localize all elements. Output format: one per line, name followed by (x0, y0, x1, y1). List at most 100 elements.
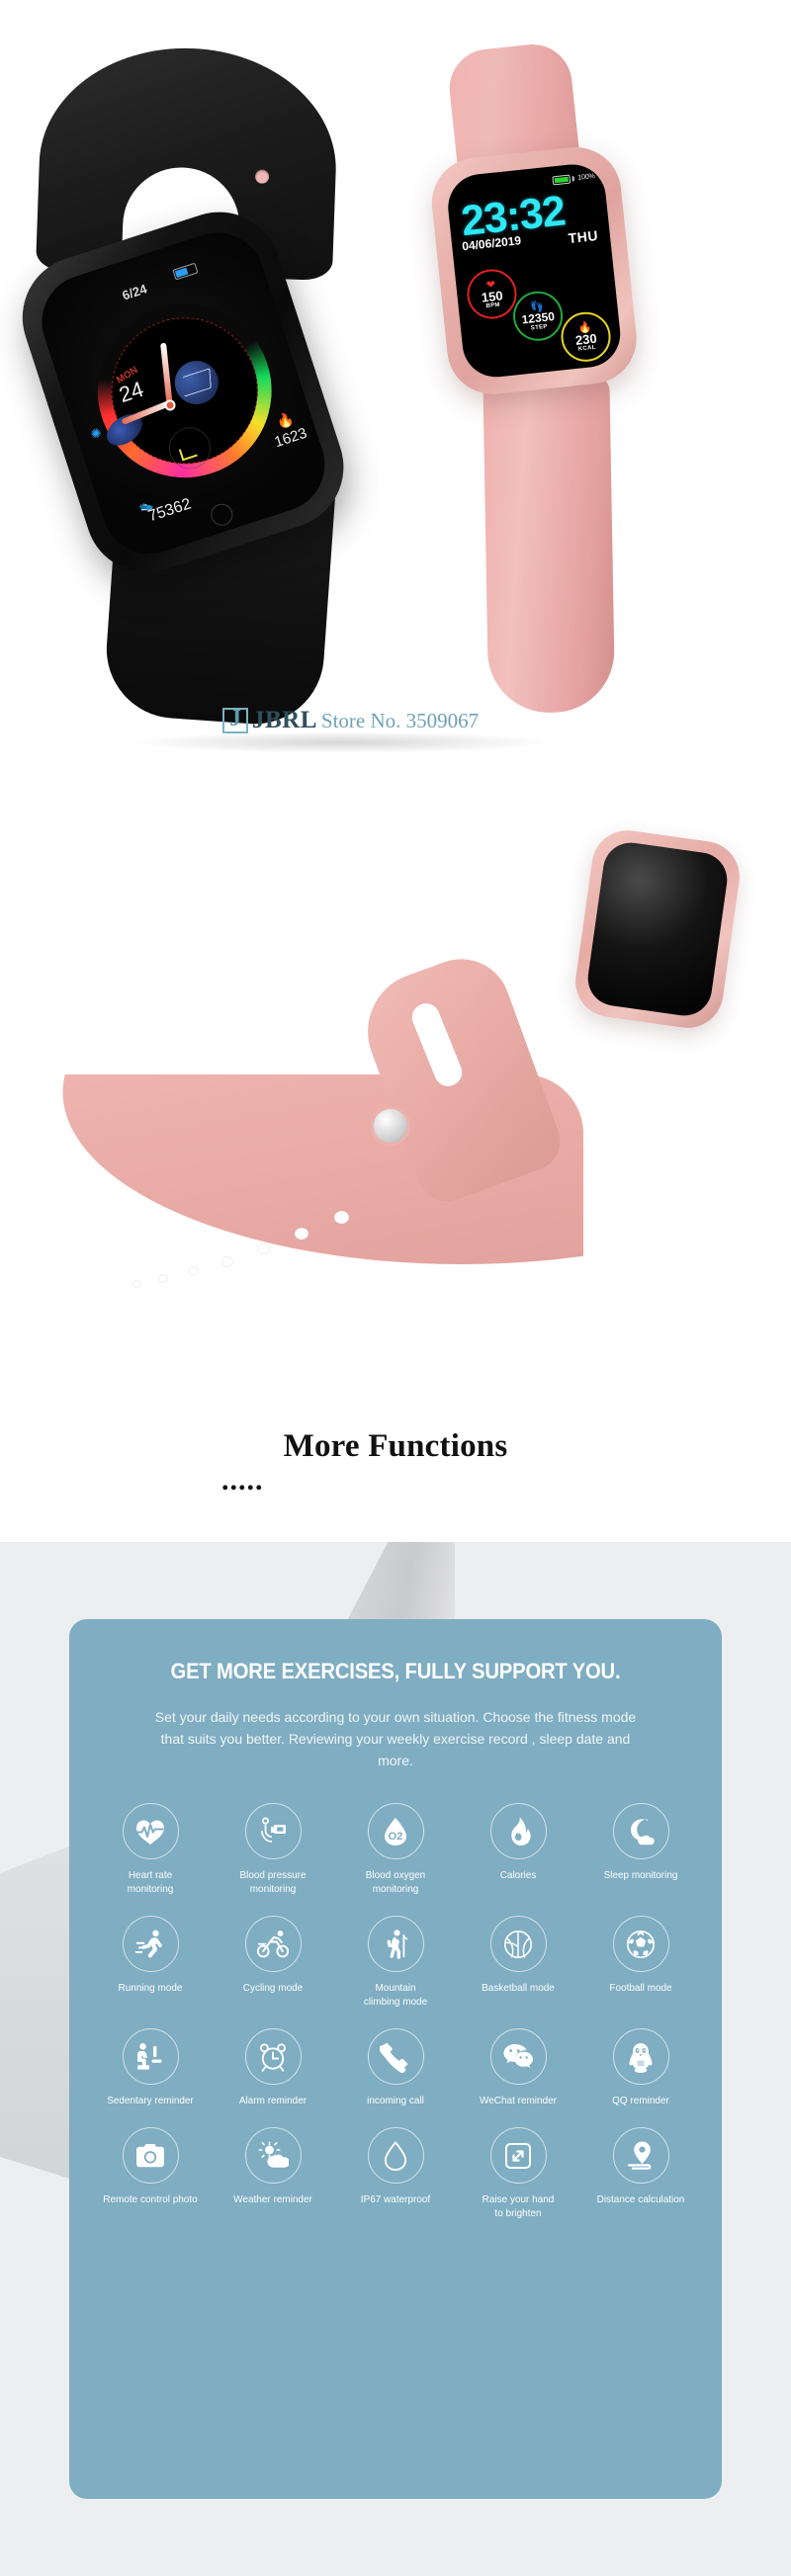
feature-item: Blood pressure monitoring (212, 1803, 334, 1896)
pink-watch-case: 100% 23:32 04/06/2019 THU ❤ 150 BPM 👣 12… (427, 142, 642, 399)
feature-item: Heart rate monitoring (89, 1803, 212, 1896)
football-icon (612, 1916, 669, 1972)
features-subtitle: Set your daily needs according to your o… (154, 1709, 637, 1768)
blood-oxygen-icon: O2 (367, 1803, 424, 1859)
feature-label: incoming call (367, 2095, 424, 2106)
feature-item: Alarm reminder (212, 2028, 334, 2107)
feature-item: WeChat reminder (457, 2028, 579, 2107)
wechat-icon (489, 2028, 547, 2085)
feature-label: Weather reminder (233, 2193, 312, 2205)
feature-label: Alarm reminder (238, 2095, 308, 2106)
feature-item: QQ reminder (579, 2028, 702, 2107)
features-grid: Heart rate monitoring Blood pressure monito… (89, 1803, 702, 2220)
pink-smartwatch: 100% 23:32 04/06/2019 THU ❤ 150 BPM 👣 12… (365, 31, 733, 750)
hiking-icon (367, 1916, 424, 1972)
features-section: GET MORE EXERCISES, FULLY SUPPORT YOU. S… (0, 1542, 791, 2576)
feature-label: Blood oxygen monitoring (365, 1869, 426, 1895)
more-functions-heading: More Functions (283, 1428, 508, 1464)
feature-label: Sleep monitoring (603, 1869, 678, 1881)
calories-unit: KCAL (577, 344, 596, 353)
feature-label: Blood pressure monitoring (239, 1869, 307, 1895)
basketball-icon (489, 1916, 547, 1972)
feature-item: Sleep monitoring (579, 1803, 702, 1896)
weather-icon (244, 2127, 302, 2184)
feature-item: Basketball mode (457, 1916, 579, 2009)
feature-item: Football mode (579, 1916, 702, 2009)
band-adjustment-holes (99, 1209, 396, 1288)
pink-strap-lower (483, 375, 616, 714)
feature-label: Remote control photo (103, 2193, 198, 2205)
feature-item: Distance calculation (579, 2127, 702, 2220)
feature-label: Football mode (609, 1982, 672, 1994)
black-smartwatch: 6/24 ✺ MON 24 🔥 1623 👟 75362 (0, 18, 419, 734)
feature-label: Cycling mode (242, 1982, 304, 1994)
feature-item: O2 Blood oxygen monitoring (334, 1803, 457, 1896)
steps-unit: STEP (530, 323, 548, 332)
heart-rate-value: 150 (481, 287, 504, 305)
feature-item: incoming call (334, 2028, 457, 2107)
flame-icon (489, 1803, 547, 1859)
feature-label: Basketball mode (482, 1982, 555, 1994)
more-functions-dots: ..... (221, 1464, 264, 1497)
running-icon (122, 1916, 179, 1972)
pink-watch-band (30, 945, 633, 1379)
heart-rate-icon (122, 1803, 179, 1859)
buckle-pin (371, 1106, 410, 1146)
feature-item: Calories (457, 1803, 579, 1896)
battery-percent-label: 100% (577, 172, 595, 182)
sedentary-icon (122, 2028, 179, 2085)
raise-hand-icon (489, 2127, 547, 2184)
black-watch-date: 6/24 (120, 281, 149, 303)
feature-label: WeChat reminder (480, 2095, 557, 2106)
qq-penguin-icon (612, 2028, 669, 2085)
battery-icon (552, 174, 571, 186)
home-button-icon (208, 500, 236, 529)
pink-watch-screen: 100% 23:32 04/06/2019 THU ❤ 150 BPM 👣 12… (444, 161, 624, 381)
feature-label: Sedentary reminder (107, 2095, 194, 2106)
feature-item: Mountain climbing mode (334, 1916, 457, 2009)
feature-item: Raise your hand to brighten (457, 2127, 579, 2220)
jbrl-logo-icon (222, 706, 248, 733)
moon-cloud-icon (612, 1803, 669, 1859)
features-card: GET MORE EXERCISES, FULLY SUPPORT YOU. S… (69, 1619, 722, 2499)
bluetooth-icon: ✺ (88, 424, 104, 443)
product-shadow (129, 731, 554, 753)
brand-name: JBRL (252, 707, 317, 733)
strap-section: More Functions ..... (0, 796, 791, 1542)
location-pin-icon (612, 2127, 669, 2184)
hero-section: 100% 23:32 04/06/2019 THU ❤ 150 BPM 👣 12… (0, 0, 791, 796)
feature-label: Heart rate monitoring (127, 1869, 174, 1895)
feature-item: Running mode (89, 1916, 212, 2009)
feature-item: IP67 waterproof (334, 2127, 457, 2220)
feature-label: QQ reminder (612, 2095, 669, 2106)
feature-item: Sedentary reminder (89, 2028, 212, 2107)
feature-label: Calories (499, 1869, 537, 1881)
phone-call-icon (367, 2028, 424, 2085)
feature-label: IP67 waterproof (360, 2193, 431, 2205)
water-drop-icon (367, 2127, 424, 2184)
feature-label: Running mode (118, 1982, 183, 1994)
steps-ring: 👣 12350 STEP (510, 289, 566, 344)
heart-rate-unit: BPM (485, 301, 501, 309)
calories-ring: 🔥 230 KCAL (559, 309, 614, 365)
battery-indicator: 100% (552, 172, 595, 186)
alarm-clock-icon (244, 2028, 302, 2085)
svg-text:O2: O2 (389, 1831, 403, 1843)
feature-label: Distance calculation (596, 2193, 685, 2205)
feature-item: Weather reminder (212, 2127, 334, 2220)
battery-nub-icon (571, 176, 574, 182)
store-watermark: JBRL Store No. 3509067 (222, 706, 480, 734)
feature-item: Cycling mode (212, 1916, 334, 2009)
blood-pressure-icon (244, 1803, 302, 1859)
feature-item: Remote control photo (89, 2127, 212, 2220)
cycling-icon (244, 1916, 302, 1972)
feature-label: Raise your hand to brighten (482, 2193, 555, 2219)
heart-rate-ring: ❤ 150 BPM (465, 267, 519, 321)
product-detail-page: 100% 23:32 04/06/2019 THU ❤ 150 BPM 👣 12… (0, 0, 791, 2576)
features-title: GET MORE EXERCISES, FULLY SUPPORT YOU. (170, 1659, 621, 1683)
black-watch-steps: 75362 (145, 495, 194, 526)
battery-icon (172, 262, 199, 281)
camera-icon (122, 2127, 179, 2184)
store-number: Store No. 3509067 (320, 708, 480, 732)
watch-day-of-week: THU (567, 226, 599, 247)
